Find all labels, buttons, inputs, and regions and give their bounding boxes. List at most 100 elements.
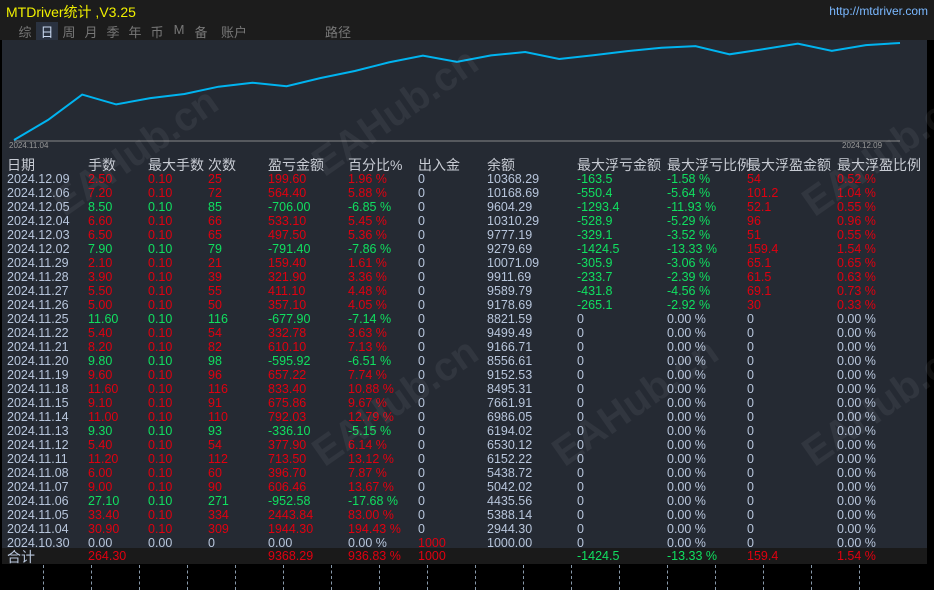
cell-max-float-profit: 54 <box>747 172 761 186</box>
cell-percent: 1.96 % <box>348 172 387 186</box>
cell-max-float-loss-pct: 0.00 % <box>667 424 706 438</box>
cell-max-float-loss: 0 <box>577 466 584 480</box>
cell-max-lots: 0.10 <box>148 438 173 452</box>
cell-max-float-loss-pct: -2.92 % <box>667 298 711 312</box>
cell-date: 2024.11.13 <box>7 424 69 438</box>
cell-date: 2024.11.29 <box>7 256 69 270</box>
cell-max-float-profit-pct: 0.33 % <box>837 298 876 312</box>
cell-max-lots: 0.10 <box>148 424 173 438</box>
cell-max-lots: 0.10 <box>148 298 173 312</box>
cell-deposit: 0 <box>418 396 425 410</box>
cell-max-float-profit-pct: 0.00 % <box>837 382 876 396</box>
cell-lots: 6.50 <box>88 228 113 242</box>
cell-max-float-profit: 0 <box>747 354 754 368</box>
cell-max-lots: 0.10 <box>148 396 173 410</box>
cell-max-float-loss: -550.4 <box>577 186 613 200</box>
cell-count: 54 <box>208 326 222 340</box>
cell-max-float-profit-pct: 0.00 % <box>837 480 876 494</box>
tab-5[interactable]: 年 <box>124 22 146 41</box>
cell-max-float-profit: 61.5 <box>747 270 772 284</box>
cell-max-float-profit-pct: 0.00 % <box>837 396 876 410</box>
grid-line <box>475 565 476 590</box>
cell-count: 39 <box>208 270 222 284</box>
tab-7[interactable]: M <box>168 22 190 41</box>
cell-deposit: 0 <box>418 256 425 270</box>
cell-max-float-profit-pct: 0.96 % <box>837 214 876 228</box>
cell-max-float-loss: -329.1 <box>577 228 613 242</box>
cell-balance: 8821.59 <box>487 312 533 326</box>
chart-bottom-area <box>0 564 934 590</box>
cell-max-lots: 0.10 <box>148 172 173 186</box>
cell-percent: -17.68 % <box>348 494 399 508</box>
cell-max-float-loss-pct: 0.00 % <box>667 368 706 382</box>
cell-balance: 9589.79 <box>487 284 533 298</box>
cell-date: 2024.11.25 <box>7 312 69 326</box>
cell-max-lots: 0.10 <box>148 186 173 200</box>
cell-date: 2024.11.22 <box>7 326 69 340</box>
cell-max-float-loss-pct: 0.00 % <box>667 340 706 354</box>
tab-0[interactable]: 综 <box>14 22 36 41</box>
cell-lots: 11.20 <box>88 452 119 466</box>
cell-date: 2024.11.06 <box>7 494 69 508</box>
cell-max-float-profit-pct: 0.00 % <box>837 410 876 424</box>
grid-line <box>619 565 620 590</box>
tab-10[interactable]: 路径 <box>316 22 360 41</box>
cell-max-float-loss-pct: 0.00 % <box>667 494 706 508</box>
cell-max-float-profit: 159.4 <box>747 242 779 256</box>
cell-lots: 9.00 <box>88 480 113 494</box>
cell-max-float-profit: 0 <box>747 522 754 536</box>
cell-max-float-profit: 0 <box>747 466 754 480</box>
cell-count: 72 <box>208 186 222 200</box>
cell-deposit: 0 <box>418 186 425 200</box>
cell-max-lots: 0.10 <box>148 382 173 396</box>
cell-max-lots: 0.10 <box>148 242 173 256</box>
cell-max-lots: 0.10 <box>148 480 173 494</box>
tab-3[interactable]: 月 <box>80 22 102 41</box>
cell-deposit: 0 <box>418 382 425 396</box>
cell-profit: 833.40 <box>268 382 307 396</box>
tab-9[interactable]: 账户 <box>212 22 256 41</box>
cell-max-float-loss-pct: 0.00 % <box>667 382 706 396</box>
cell-max-lots: 0.10 <box>148 228 173 242</box>
cell-max-float-profit: 0 <box>747 410 754 424</box>
cell-date: 2024.11.26 <box>7 298 69 312</box>
cell-max-float-profit-pct: 0.00 % <box>837 368 876 382</box>
cell-max-float-loss: 0 <box>577 382 584 396</box>
cell-profit: 533.10 <box>268 214 307 228</box>
cell-deposit: 0 <box>418 410 425 424</box>
cell-max-float-loss-pct: -4.56 % <box>667 284 711 298</box>
tab-4[interactable]: 季 <box>102 22 124 41</box>
cell-balance: 10368.29 <box>487 172 540 186</box>
cell-max-float-loss: 0 <box>577 494 584 508</box>
cell-percent: 3.63 % <box>348 326 387 340</box>
cell-percent: -7.14 % <box>348 312 392 326</box>
cell-count: 85 <box>208 200 222 214</box>
cell-max-float-loss-pct: 0.00 % <box>667 326 706 340</box>
tab-2[interactable]: 周 <box>58 22 80 41</box>
cell-lots: 11.60 <box>88 312 119 326</box>
cell-lots: 11.60 <box>88 382 119 396</box>
cell-lots: 27.10 <box>88 494 120 508</box>
cell-profit: 1944.30 <box>268 522 314 536</box>
cell-max-float-profit: 101.2 <box>747 186 779 200</box>
cell-max-float-profit-pct: 0.00 % <box>837 438 876 452</box>
cell-max-float-profit: 0 <box>747 480 754 494</box>
cell-date: 2024.11.20 <box>7 354 69 368</box>
cell-profit: 411.10 <box>268 284 306 298</box>
cell-max-float-profit-pct: 1.04 % <box>837 186 876 200</box>
cell-deposit: 0 <box>418 214 425 228</box>
cell-count: 93 <box>208 424 222 438</box>
grid-line <box>91 565 92 590</box>
cell-max-lots: 0.10 <box>148 452 173 466</box>
tab-6[interactable]: 币 <box>146 22 168 41</box>
cell-balance: 5388.14 <box>487 508 533 522</box>
cell-max-float-profit: 0 <box>747 340 754 354</box>
cell-lots: 9.80 <box>88 354 113 368</box>
cell-max-float-profit: 0 <box>747 424 754 438</box>
tab-8[interactable]: 备 <box>190 22 212 41</box>
cell-date: 2024.11.05 <box>7 508 69 522</box>
website-link[interactable]: http://mtdriver.com <box>829 4 928 18</box>
cell-lots: 8.50 <box>88 200 113 214</box>
cell-count: 110 <box>208 410 228 424</box>
tab-1[interactable]: 日 <box>36 22 58 41</box>
